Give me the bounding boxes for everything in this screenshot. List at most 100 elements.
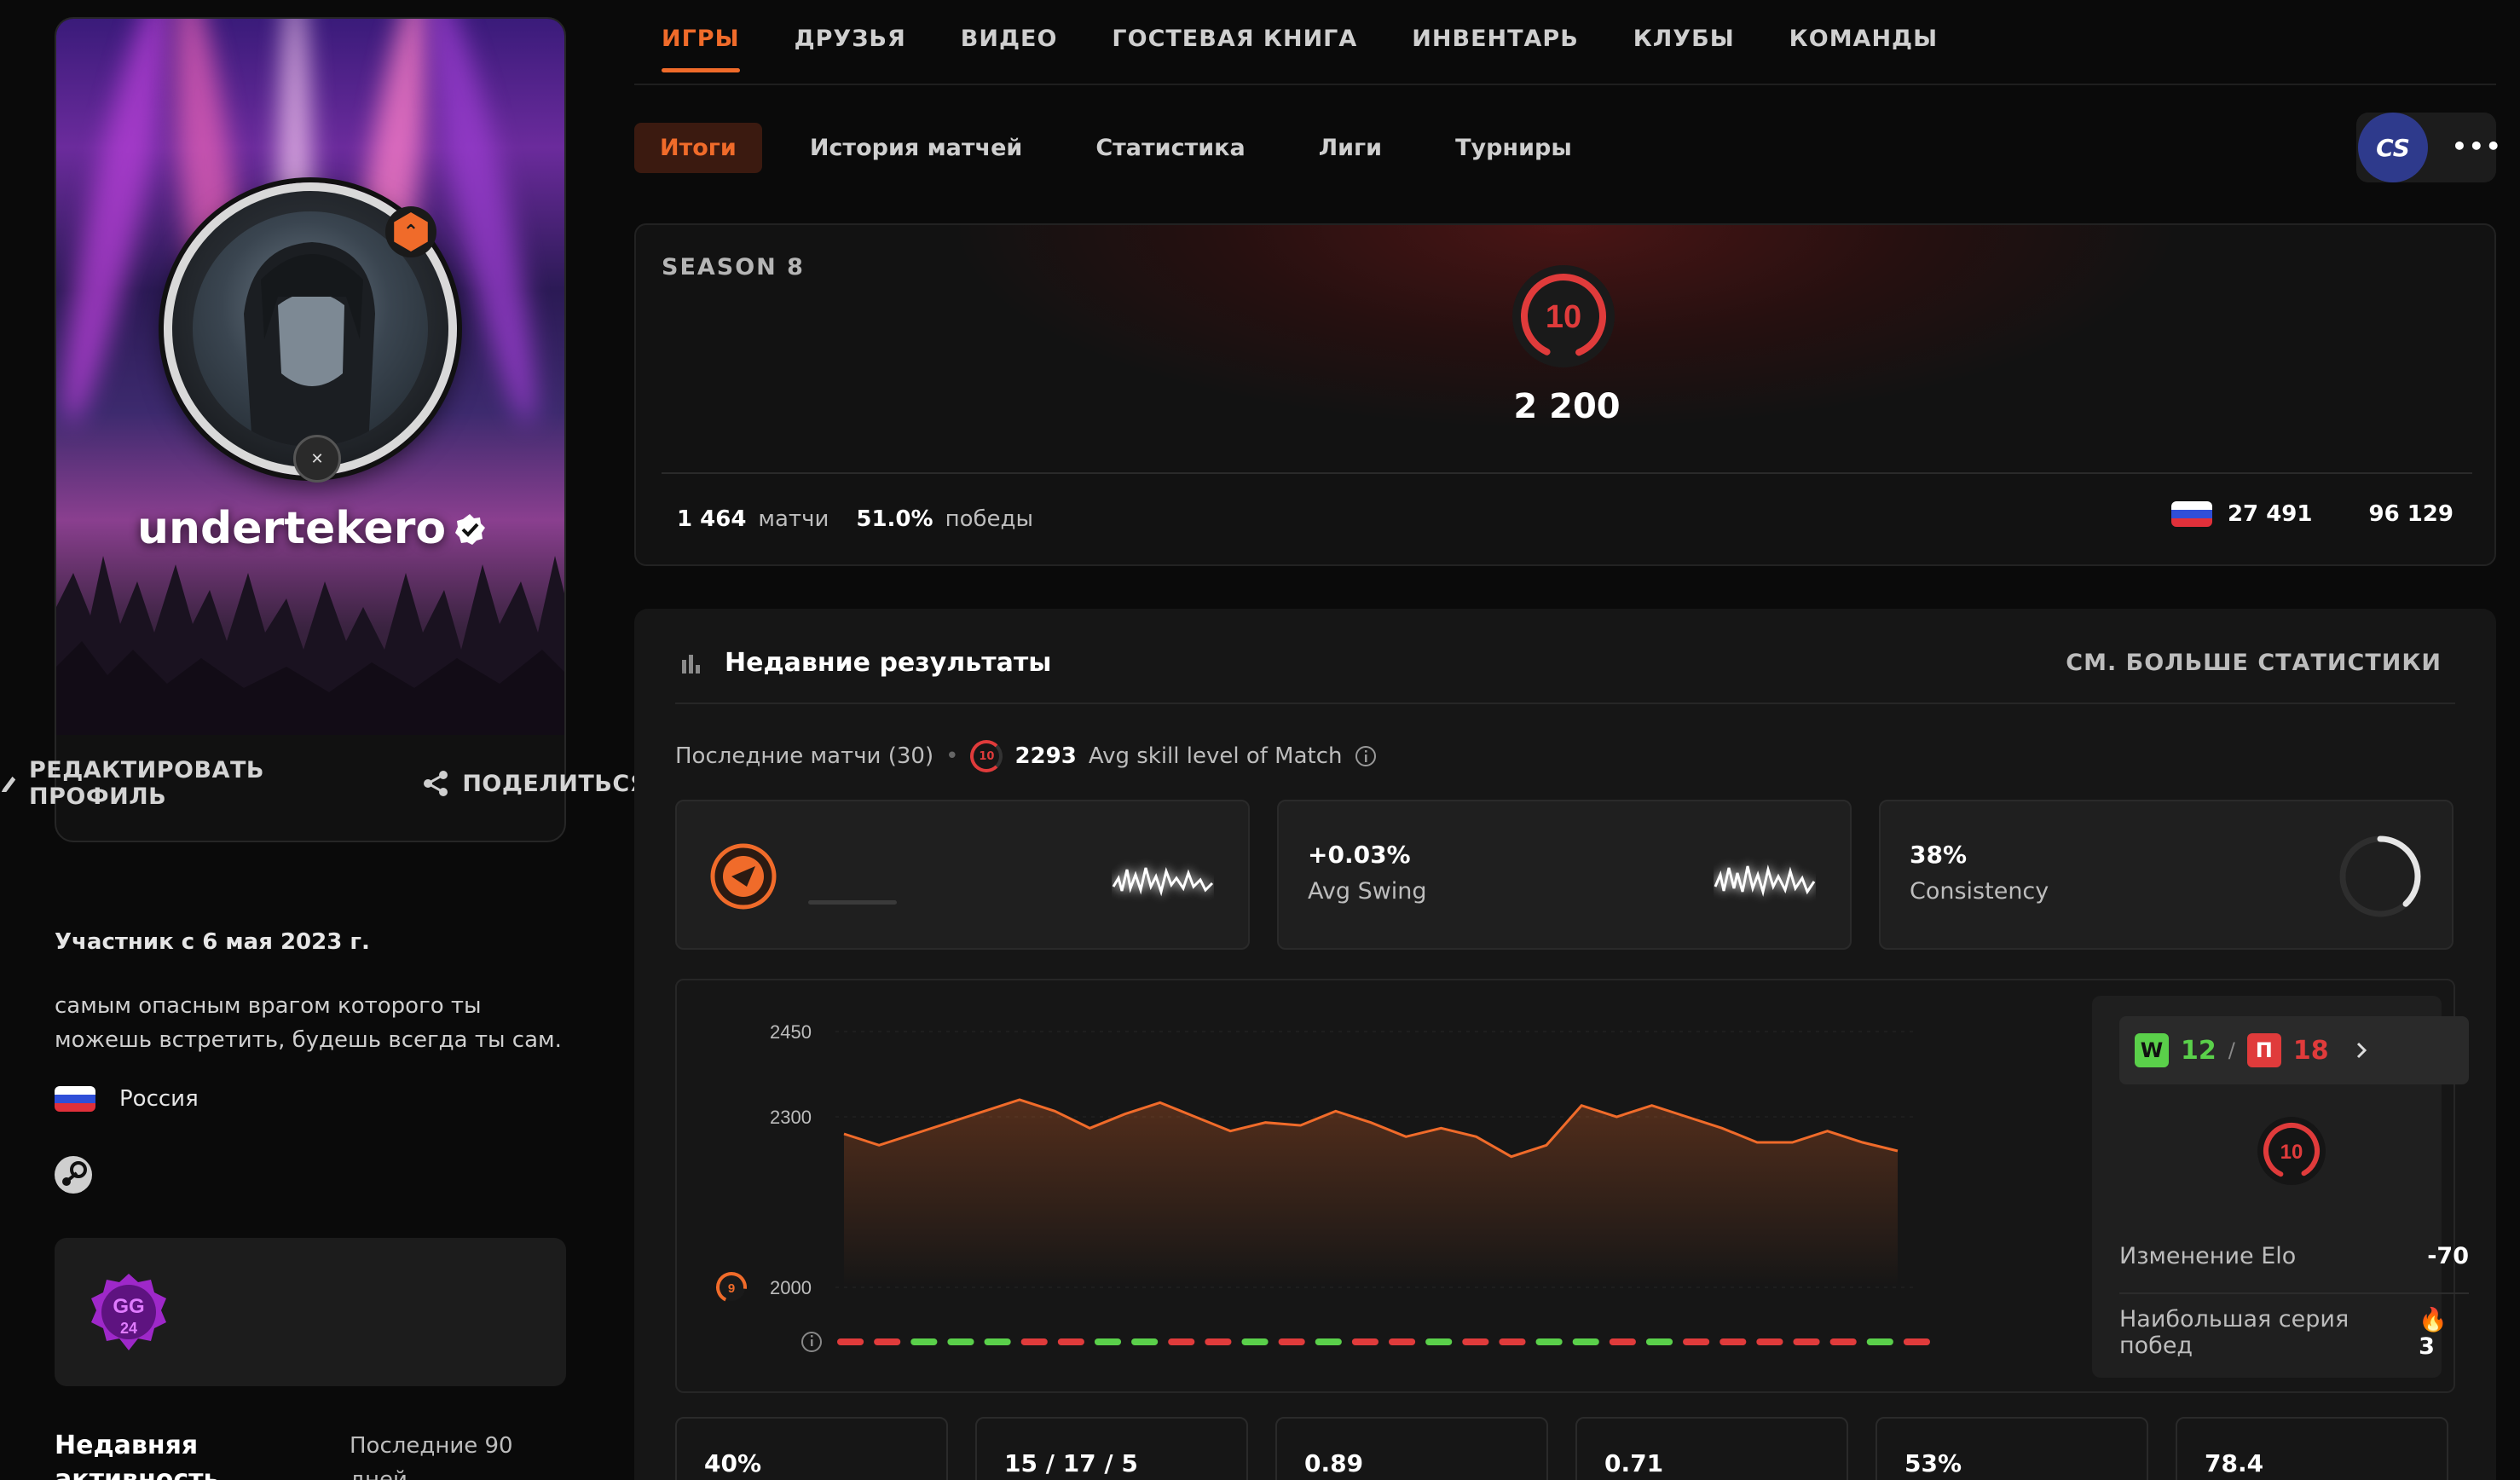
- tab-guestbook[interactable]: ГОСТЕВАЯ КНИГА: [1112, 26, 1357, 72]
- match-result-loss[interactable]: [1793, 1338, 1820, 1345]
- skill-level-icon: 10: [970, 740, 1003, 772]
- elo-point[interactable]: [1821, 1124, 1835, 1138]
- elo-point[interactable]: [1610, 1110, 1623, 1124]
- elo-point[interactable]: [1505, 1150, 1518, 1164]
- elo-point[interactable]: [1575, 1099, 1588, 1113]
- tab-video[interactable]: ВИДЕО: [961, 26, 1058, 72]
- match-result-loss[interactable]: [1903, 1338, 1930, 1345]
- edit-profile-button[interactable]: РЕДАКТИРОВАТЬ ПРОФИЛЬ: [0, 757, 375, 810]
- match-result-loss[interactable]: [837, 1338, 864, 1345]
- svg-text:9: 9: [728, 1281, 735, 1296]
- subtab-match-history[interactable]: История матчей: [784, 123, 1049, 173]
- match-result-loss[interactable]: [1683, 1338, 1710, 1345]
- share-button[interactable]: ПОДЕЛИТЬСЯ: [421, 757, 648, 810]
- match-result-loss[interactable]: [1168, 1338, 1195, 1345]
- match-result-loss[interactable]: [1351, 1338, 1378, 1345]
- avatar[interactable]: ⌃ ✕: [164, 182, 457, 483]
- elo-point[interactable]: [1434, 1121, 1448, 1135]
- elo-point[interactable]: [1715, 1121, 1729, 1135]
- match-result-loss[interactable]: [1205, 1338, 1232, 1345]
- elo-point[interactable]: [907, 1127, 921, 1141]
- subtab-statistics[interactable]: Статистика: [1070, 123, 1270, 173]
- match-result-loss[interactable]: [1756, 1338, 1783, 1345]
- more-options-icon[interactable]: •••: [2452, 135, 2503, 159]
- tab-inventory[interactable]: ИНВЕНТАРЬ: [1412, 26, 1579, 72]
- match-result-loss[interactable]: [1278, 1338, 1305, 1345]
- info-icon[interactable]: [1355, 745, 1377, 767]
- match-result-win[interactable]: [1425, 1338, 1453, 1345]
- see-more-stats-link[interactable]: СМ. БОЛЬШЕ СТАТИСТИКИ: [2066, 650, 2442, 676]
- match-result-win[interactable]: [1315, 1338, 1342, 1345]
- elo-point[interactable]: [1645, 1099, 1659, 1113]
- losses-tag: П: [2246, 1033, 2281, 1067]
- elo-point[interactable]: [1750, 1136, 1764, 1149]
- elo-point[interactable]: [1118, 1107, 1132, 1121]
- match-result-win[interactable]: [1572, 1338, 1599, 1345]
- info-icon[interactable]: [801, 1332, 822, 1352]
- tab-teams[interactable]: КОМАНДЫ: [1789, 26, 1938, 72]
- match-result-loss[interactable]: [1462, 1338, 1489, 1345]
- cs2-game-icon[interactable]: CS: [2358, 113, 2428, 182]
- match-result-win[interactable]: [984, 1338, 1011, 1345]
- elo-point[interactable]: [1399, 1130, 1413, 1143]
- match-result-loss[interactable]: [1829, 1338, 1857, 1345]
- steam-icon[interactable]: [55, 1156, 92, 1194]
- match-result-win[interactable]: [1535, 1338, 1563, 1345]
- elo-point[interactable]: [1294, 1119, 1308, 1132]
- elo-point[interactable]: [943, 1116, 957, 1130]
- season-divider: [662, 472, 2472, 474]
- tab-games[interactable]: ИГРЫ: [662, 26, 740, 72]
- elo-change-value: -70: [2427, 1243, 2469, 1269]
- subtab-leagues[interactable]: Лиги: [1293, 123, 1407, 173]
- elo-point[interactable]: [1223, 1124, 1237, 1138]
- match-result-loss[interactable]: [1020, 1338, 1048, 1345]
- match-result-win[interactable]: [1645, 1338, 1673, 1345]
- tab-friends[interactable]: ДРУЗЬЯ: [795, 26, 906, 72]
- country-rank[interactable]: 27 491: [2228, 501, 2313, 527]
- season-label: SEASON 8: [662, 254, 805, 280]
- match-result-loss[interactable]: [1499, 1338, 1526, 1345]
- elo-point[interactable]: [1540, 1138, 1553, 1152]
- gg-24-badge-icon[interactable]: GG 24: [89, 1272, 169, 1352]
- match-result-win[interactable]: [1241, 1338, 1269, 1345]
- elo-point[interactable]: [1013, 1093, 1026, 1107]
- match-result-loss[interactable]: [874, 1338, 901, 1345]
- win-loss-summary[interactable]: W 12 / П 18: [2119, 1016, 2469, 1084]
- elo-point[interactable]: [1048, 1104, 1061, 1118]
- match-result-loss[interactable]: [1719, 1338, 1747, 1345]
- match-result-loss[interactable]: [1389, 1338, 1416, 1345]
- match-result-win[interactable]: [1131, 1338, 1159, 1345]
- elo-point[interactable]: [1891, 1144, 1904, 1158]
- match-result-win[interactable]: [910, 1338, 938, 1345]
- elo-point[interactable]: [1856, 1136, 1870, 1149]
- elo-point[interactable]: [1364, 1116, 1378, 1130]
- elo-change-label: Изменение Elo: [2119, 1243, 2297, 1269]
- profile-bio: самым опасным врагом которого ты можешь …: [55, 993, 562, 1053]
- elo-point[interactable]: [1188, 1110, 1202, 1124]
- elo-point[interactable]: [1680, 1110, 1694, 1124]
- elo-point[interactable]: [837, 1127, 851, 1141]
- elo-point[interactable]: [1470, 1130, 1483, 1143]
- elo-point[interactable]: [1083, 1121, 1096, 1135]
- match-result-loss[interactable]: [1609, 1338, 1636, 1345]
- subtab-summary[interactable]: Итоги: [634, 123, 762, 173]
- elo-point[interactable]: [1153, 1096, 1167, 1109]
- elo-point[interactable]: [1785, 1136, 1799, 1149]
- match-result-loss[interactable]: [1057, 1338, 1084, 1345]
- main-tabs: ИГРЫ ДРУЗЬЯ ВИДЕО ГОСТЕВАЯ КНИГА ИНВЕНТА…: [662, 26, 1938, 72]
- tab-clubs[interactable]: КЛУБЫ: [1633, 26, 1735, 72]
- elo-point[interactable]: [978, 1104, 991, 1118]
- win-loss-separator: /: [2228, 1038, 2235, 1062]
- region-rank[interactable]: 96 129: [2368, 501, 2454, 527]
- stat-value: 0.89: [1304, 1449, 1364, 1477]
- match-result-win[interactable]: [1094, 1338, 1122, 1345]
- elo-point[interactable]: [1258, 1116, 1272, 1130]
- elo-point[interactable]: [872, 1138, 886, 1152]
- win-streak-value: 3: [2419, 1333, 2435, 1360]
- match-result-win[interactable]: [1866, 1338, 1893, 1345]
- recent-activity-period[interactable]: Последние 90 дней: [350, 1429, 563, 1480]
- elo-point[interactable]: [1329, 1104, 1343, 1118]
- match-result-win[interactable]: [947, 1338, 974, 1345]
- winrate-stat: 51.0% победы: [856, 506, 1034, 532]
- subtab-tournaments[interactable]: Турниры: [1430, 123, 1598, 173]
